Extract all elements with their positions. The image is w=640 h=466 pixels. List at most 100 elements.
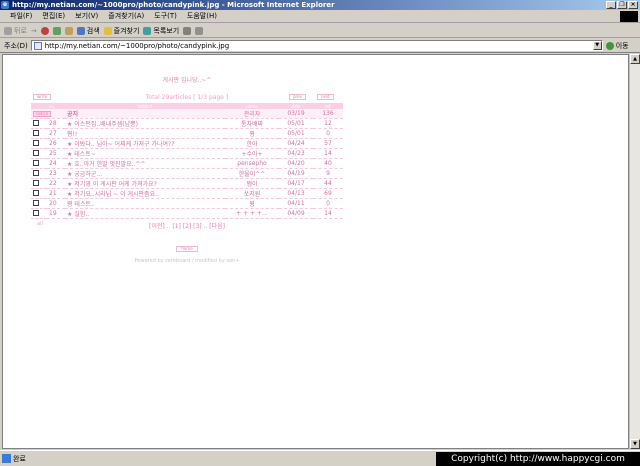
row-checkbox[interactable] (33, 139, 39, 146)
table-row[interactable]: 26 ★ 이봐다.. 님아~ 어찌케 가져구 가나여?? 한아 04/24 57 (31, 138, 343, 149)
row-checkbox-cell[interactable] (31, 138, 47, 149)
row-subject[interactable]: ★ 실험.. (65, 208, 225, 219)
scroll-up-icon[interactable]: ▲ (630, 54, 640, 64)
row-no: 24 (47, 158, 65, 169)
row-checkbox-cell[interactable] (31, 188, 47, 199)
back-button[interactable]: 뒤로 (4, 26, 27, 36)
row-hit: 12 (313, 118, 343, 129)
mail-button[interactable] (183, 26, 192, 35)
pager-row: all [이전] .. [1] [2] [3] .. [다음] (31, 221, 343, 230)
row-subject[interactable]: ★ 저기영 이 게시판 어케 가져가요? (65, 178, 225, 189)
row-subject[interactable]: ★ 테스트~ (65, 148, 225, 159)
menu-help[interactable]: 도움말(H) (183, 11, 221, 21)
row-hit: 44 (313, 178, 343, 189)
close-button[interactable]: × (628, 1, 638, 9)
page-icon (33, 41, 42, 50)
row-subject[interactable]: ★ 이봐다.. 님아~ 어찌케 가져구 가나여?? (65, 138, 225, 149)
home-link-button[interactable]: home (176, 246, 198, 252)
row-checkbox[interactable] (33, 129, 39, 136)
row-checkbox-cell[interactable] (31, 168, 47, 179)
menu-file[interactable]: 파일(F) (6, 11, 36, 21)
row-name: 뭥 (225, 198, 279, 209)
row-checkbox[interactable] (33, 149, 39, 156)
menu-view[interactable]: 보기(V) (71, 11, 102, 21)
favorites-button[interactable]: 즐겨찾기 (103, 26, 140, 36)
print-button[interactable] (195, 26, 204, 35)
maximize-button[interactable]: ❐ (617, 1, 627, 9)
address-input[interactable]: http://my.netian.com/~1000pro/photo/cand… (30, 40, 603, 51)
row-subject[interactable]: ★ 호..아거 한말 멋진말요..^^ (65, 158, 225, 169)
page-done-icon (2, 454, 11, 463)
row-checkbox-cell[interactable] (31, 158, 47, 169)
table-row[interactable]: 25 ★ 테스트~ +수아+ 04/23 14 (31, 148, 343, 159)
row-hit: 0 (313, 128, 343, 139)
menu-tools[interactable]: 도구(T) (150, 11, 181, 21)
row-no: 20 (47, 198, 65, 209)
scroll-down-icon[interactable]: ▼ (630, 439, 640, 449)
row-checkbox[interactable] (33, 159, 39, 166)
row-checkbox-cell[interactable] (31, 198, 47, 209)
vertical-scrollbar[interactable]: ▲ ▼ (629, 54, 640, 449)
notice-subject[interactable]: 공지 (65, 109, 225, 119)
table-row[interactable]: 23 ★ 궁금하군... 한울이^^ 04/19 9 (31, 168, 343, 179)
row-checkbox[interactable] (33, 119, 39, 126)
back-label: 뒤로 (14, 26, 27, 35)
minimize-button[interactable]: _ (606, 1, 616, 9)
row-name: + + + +... (225, 208, 279, 219)
row-checkbox-cell[interactable] (31, 178, 47, 189)
row-name: 쏘지원 (225, 188, 279, 199)
address-dropdown-icon[interactable]: ▼ (592, 41, 602, 50)
prev-button[interactable]: prev (289, 94, 306, 100)
row-checkbox-cell[interactable] (31, 118, 47, 129)
row-checkbox-cell[interactable] (31, 128, 47, 139)
table-row[interactable]: 28 ★ 이스펀집..배내주셈(냠뿡) 통차배짜 05/01 12 (31, 118, 343, 129)
search-button[interactable]: 검색 (76, 26, 100, 36)
row-subject[interactable]: ★ 궁금하군... (65, 168, 225, 179)
window-titlebar: e http://my.netian.com/~1000pro/photo/ca… (0, 0, 640, 10)
row-date: 04/11 (279, 198, 313, 209)
board: 게시판 입니당..~^ write Total 29articles [ 1/3… (31, 75, 343, 264)
row-subject[interactable]: 뭥 테스트.. (65, 198, 225, 209)
index-label: all (37, 221, 43, 227)
notice-badge-cell: notice (31, 109, 65, 119)
next-button[interactable]: next (317, 94, 334, 100)
table-row[interactable]: 21 ★ 저기요..시라님 ~ 이 게시판좀요.. 쏘지원 04/13 69 (31, 188, 343, 199)
menu-favorites[interactable]: 즐겨찾기(A) (104, 11, 148, 21)
refresh-button[interactable] (52, 26, 61, 35)
row-subject[interactable]: ★ 저기요..시라님 ~ 이 게시판좀요.. (65, 188, 225, 199)
history-icon (143, 26, 152, 35)
row-checkbox[interactable] (33, 199, 39, 206)
row-hit: 0 (313, 198, 343, 209)
notice-row[interactable]: notice 공지 관리자 03/19 136 (31, 109, 343, 119)
row-checkbox[interactable] (33, 209, 39, 216)
row-checkbox[interactable] (33, 169, 39, 176)
table-row[interactable]: 20 뭥 테스트.. 뭥 04/11 0 (31, 198, 343, 209)
row-hit: 9 (313, 168, 343, 179)
row-name: +수아+ (225, 148, 279, 159)
row-subject[interactable]: 뭥!! (65, 128, 225, 139)
row-checkbox[interactable] (33, 189, 39, 196)
history-button[interactable]: 목록보기 (143, 26, 179, 36)
go-button[interactable]: 이동 (605, 41, 629, 51)
row-subject[interactable]: ★ 이스펀집..배내주셈(냠뿡) (65, 118, 225, 129)
pager[interactable]: [이전] .. [1] [2] [3] .. [다음] (31, 221, 343, 230)
row-checkbox[interactable] (33, 179, 39, 186)
forward-button[interactable]: → (31, 27, 37, 35)
back-arrow-icon (4, 26, 12, 35)
page-viewport: 게시판 입니당..~^ write Total 29articles [ 1/3… (2, 54, 629, 449)
row-date: 04/24 (279, 138, 313, 149)
row-hit: 14 (313, 148, 343, 159)
menu-edit[interactable]: 편집(E) (38, 11, 69, 21)
row-name: pensepho (225, 158, 279, 169)
favorites-label: 즐겨찾기 (113, 26, 140, 35)
table-row[interactable]: 22 ★ 저기영 이 게시판 어케 가져가요? 쩡이 04/17 44 (31, 178, 343, 189)
row-checkbox-cell[interactable] (31, 208, 47, 219)
table-row[interactable]: 27 뭥!! 뭥 05/01 0 (31, 128, 343, 139)
table-row[interactable]: 24 ★ 호..아거 한말 멋진말요..^^ pensepho 04/20 40 (31, 158, 343, 169)
stop-button[interactable] (40, 26, 49, 35)
row-name: 뭥 (225, 128, 279, 139)
row-checkbox-cell[interactable] (31, 148, 47, 159)
article-rows: 28 ★ 이스펀집..배내주셈(냠뿡) 통차배짜 05/01 12 27 뭥!! 뭥 05/01… (31, 118, 343, 219)
home-button[interactable] (64, 26, 73, 35)
table-row[interactable]: 19 ★ 실험.. + + + +... 04/09 14 (31, 208, 343, 219)
